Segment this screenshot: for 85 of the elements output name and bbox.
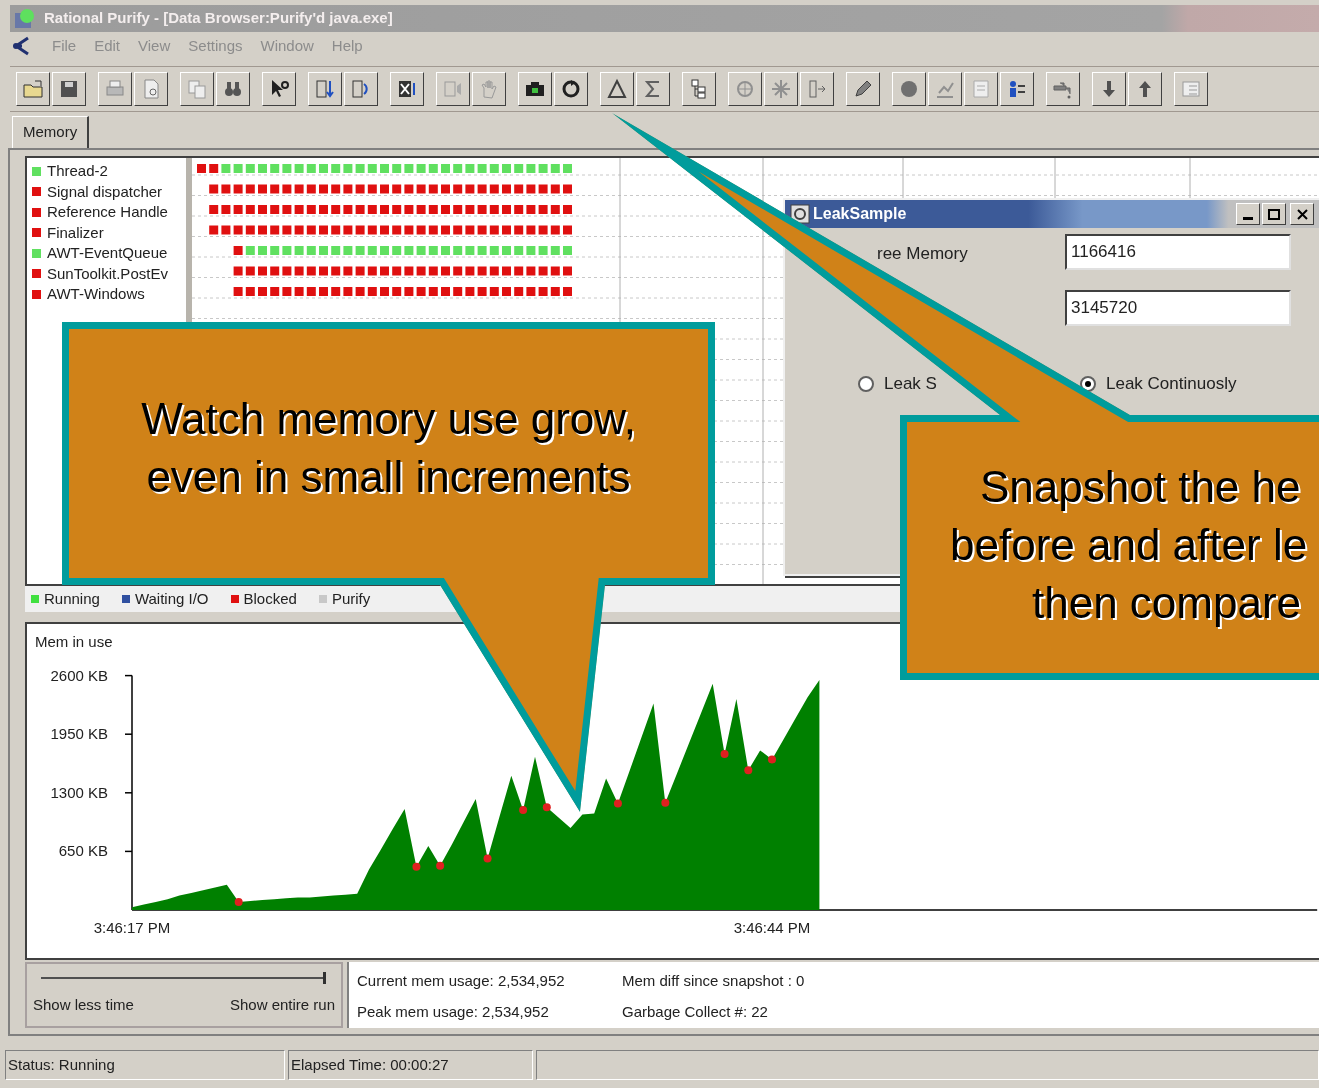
- maximize-button[interactable]: [1262, 203, 1286, 225]
- input-field[interactable]: 3145720: [1065, 290, 1291, 326]
- tick-label: 3:46:44 PM: [733, 919, 811, 936]
- triangle-icon: [605, 77, 629, 101]
- dialog-title: LeakSample: [813, 204, 907, 224]
- legend-label: Blocked: [243, 588, 297, 609]
- toolbar-button[interactable]: [262, 72, 296, 106]
- toolbar-button[interactable]: [134, 72, 168, 106]
- toolbar-button[interactable]: [390, 72, 424, 106]
- stat-text: Current mem usage: 2,534,952: [357, 971, 566, 992]
- radio-button[interactable]: [1080, 375, 1096, 392]
- legend-label: Running: [44, 588, 100, 609]
- window-title: Rational Purify - [Data Browser:Purify'd java.exe]: [44, 8, 393, 29]
- status-field: Status: Running: [5, 1050, 285, 1080]
- star-icon: [769, 77, 793, 101]
- toolbar-button[interactable]: [636, 72, 670, 106]
- close-icon: [1296, 208, 1308, 220]
- thread-name[interactable]: Signal dispatcher: [47, 180, 163, 203]
- tick-label: 1300 KB: [50, 783, 108, 801]
- folder-icon: [21, 77, 45, 101]
- close-button[interactable]: [1290, 203, 1314, 225]
- thread-name[interactable]: SunToolkit.PostEv: [47, 262, 168, 285]
- stat-text: Mem diff since snapshot : 0: [622, 971, 806, 992]
- thread-name[interactable]: Reference Handle: [47, 201, 168, 224]
- callout-text: Watch memory use grow,: [140, 393, 637, 445]
- tick-label: 3:46:17 PM: [93, 919, 171, 936]
- legend-label: Purify: [331, 588, 371, 609]
- thread-name[interactable]: AWT-EventQueue: [47, 242, 168, 265]
- toolbar-button[interactable]: [764, 72, 798, 106]
- minimize-icon: [1243, 217, 1253, 220]
- thread-name[interactable]: AWT-Windows: [47, 283, 145, 306]
- slider-label: Show entire run: [229, 995, 335, 1015]
- toolbar-button[interactable]: [800, 72, 834, 106]
- toolbar-button[interactable]: [1174, 72, 1208, 106]
- callout-text: even in small increments: [145, 451, 632, 503]
- chart-title: Mem in use: [35, 633, 113, 650]
- toolbar-button[interactable]: [1000, 72, 1034, 106]
- legend-label: Waiting I/O: [134, 588, 209, 609]
- toolbar-button[interactable]: [728, 72, 762, 106]
- maximize-icon: [1268, 208, 1280, 220]
- radio-label: Leak S: [884, 373, 937, 395]
- tick-label: 1950 KB: [50, 725, 108, 743]
- toolbar-button[interactable]: [964, 72, 998, 106]
- toolbar-button[interactable]: [472, 72, 506, 106]
- toolbar-button[interactable]: [180, 72, 214, 106]
- status-field: Elapsed Time: 00:00:27: [288, 1050, 533, 1080]
- toolbar-button[interactable]: [600, 72, 634, 106]
- toolbar-button[interactable]: [1128, 72, 1162, 106]
- toolbar-button[interactable]: [928, 72, 962, 106]
- toolbar-button[interactable]: [344, 72, 378, 106]
- window-icon: [789, 203, 811, 225]
- tick-label: 2600 KB: [50, 666, 108, 684]
- toolbar-button[interactable]: [16, 72, 50, 106]
- minimize-button[interactable]: [1236, 203, 1260, 225]
- stat-text: Peak mem usage: 2,534,952: [357, 1002, 550, 1023]
- toolbar-button[interactable]: [1092, 72, 1126, 106]
- tab[interactable]: Memory: [12, 116, 90, 148]
- input-field[interactable]: 1166416: [1065, 234, 1291, 270]
- tick-label: 650 KB: [58, 842, 108, 860]
- toolbar-button[interactable]: [308, 72, 342, 106]
- callout-text: before and after le: [950, 519, 1309, 571]
- slider-track[interactable]: [41, 972, 326, 984]
- slider-thumb[interactable]: [323, 972, 326, 984]
- toolbar-button[interactable]: [682, 72, 716, 106]
- toolbar-button[interactable]: [98, 72, 132, 106]
- toolbar-button[interactable]: [52, 72, 86, 106]
- app-icon: [14, 7, 36, 30]
- copy-icon: [185, 77, 209, 101]
- callout-text: then compare: [1032, 577, 1303, 629]
- thread-name[interactable]: Finalizer: [47, 221, 104, 244]
- callout-text: Snapshot the he: [980, 461, 1302, 513]
- toolbar-button[interactable]: [1046, 72, 1080, 106]
- field-label: ree Memory: [877, 243, 968, 265]
- thread-name[interactable]: Thread-2: [47, 160, 108, 183]
- toolbar-button[interactable]: [892, 72, 926, 106]
- toolbar-button[interactable]: [518, 72, 552, 106]
- slider-label: Show less time: [33, 995, 134, 1015]
- toolbar-button[interactable]: [554, 72, 588, 106]
- radio-button[interactable]: [858, 375, 874, 392]
- toolbar-button[interactable]: [436, 72, 470, 106]
- stat-text: Garbage Collect #: 22: [622, 1002, 769, 1023]
- toolbar-button[interactable]: [216, 72, 250, 106]
- sort-icon: [313, 77, 337, 101]
- radio-label: Leak Continuosly: [1106, 373, 1237, 395]
- toolbar-button[interactable]: [846, 72, 880, 106]
